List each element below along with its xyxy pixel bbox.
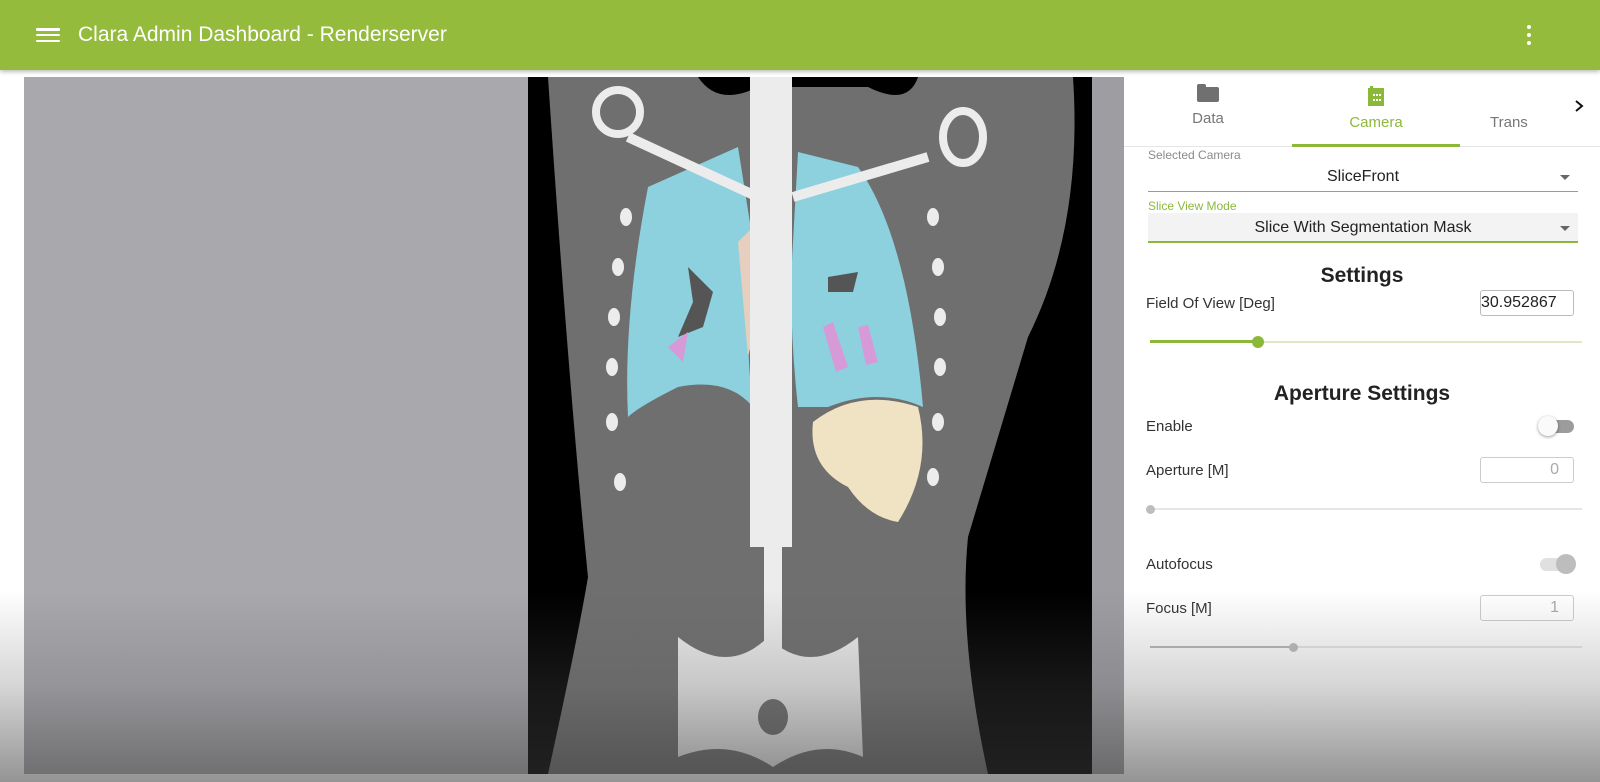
camera-icon [1368,86,1384,106]
enable-label: Enable [1146,418,1193,435]
slice-view-mode-select[interactable]: Slice With Segmentation Mask [1148,213,1578,243]
focus-slider[interactable] [1150,640,1582,654]
dropdown-arrow-icon [1560,226,1570,231]
app-bar: Clara Admin Dashboard - Renderserver [0,0,1600,70]
chevron-right-icon[interactable] [1572,98,1586,114]
app-title: Clara Admin Dashboard - Renderserver [78,23,447,46]
viewport-margin [1092,77,1124,774]
toggle-knob [1556,554,1576,574]
fov-slider[interactable] [1150,335,1582,349]
slider-thumb[interactable] [1288,643,1298,652]
aperture-input[interactable]: 0 [1480,457,1574,483]
fov-label: Field Of View [Deg] [1146,295,1275,312]
selected-camera-value: SliceFront [1326,168,1400,185]
render-viewport[interactable] [24,77,1124,774]
more-vertical-icon[interactable] [1524,25,1534,45]
ct-slice-render[interactable] [528,77,1092,774]
slice-view-mode-field: Slice View Mode Slice With Segmentation … [1148,199,1578,243]
slider-track [1150,508,1582,510]
autofocus-toggle[interactable] [1538,553,1576,575]
selected-camera-select[interactable]: SliceFront [1148,162,1578,192]
focus-input[interactable]: 1 [1480,595,1574,621]
slider-thumb[interactable] [1252,336,1264,348]
spine [750,77,792,547]
enable-aperture-toggle[interactable] [1538,415,1576,437]
slider-fill [1150,340,1258,343]
fov-input[interactable]: 30.952867 [1480,290,1574,316]
ct-slice-image [528,77,1092,774]
slider-thumb[interactable] [1146,505,1155,514]
tab-data[interactable]: Data [1124,70,1292,146]
focus-label: Focus [M] [1146,600,1212,617]
settings-panel: Data Camera Trans Selected Camera SliceF… [1124,70,1600,782]
hamburger-menu-icon[interactable] [36,26,60,44]
dropdown-arrow-icon [1560,175,1570,180]
tab-label: Camera [1349,114,1403,131]
aperture-settings-heading: Aperture Settings [1273,382,1451,405]
tab-label: Data [1192,110,1224,127]
tab-label: Trans [1490,114,1528,131]
selected-camera-label: Selected Camera [1148,148,1241,162]
autofocus-label: Autofocus [1146,556,1213,573]
tab-transfer[interactable]: Trans [1460,70,1560,146]
tab-camera[interactable]: Camera [1292,70,1460,147]
slice-view-mode-label: Slice View Mode [1148,199,1237,213]
slice-view-mode-value: Slice With Segmentation Mask [1254,219,1472,236]
folder-icon [1197,84,1219,102]
toggle-knob [1538,416,1558,436]
settings-heading: Settings [1320,264,1404,287]
slider-fill [1150,646,1293,648]
panel-tabs: Data Camera Trans [1124,70,1600,147]
aperture-slider[interactable] [1146,502,1582,516]
aperture-label: Aperture [M] [1146,462,1229,479]
selected-camera-field: Selected Camera SliceFront [1148,148,1578,192]
